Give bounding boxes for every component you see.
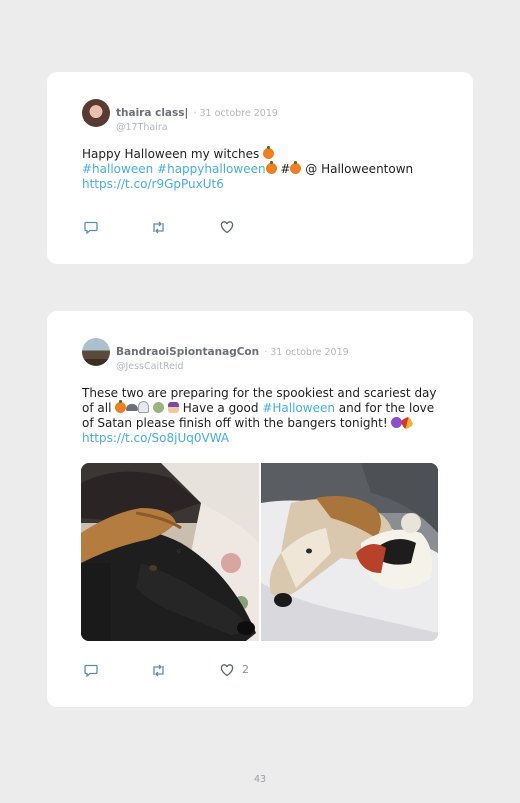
tweet-card: BandraoiSpiontanagCon · 31 octobre 2019 … [47, 311, 473, 707]
tweet-text-line: Happy Halloween my witches [82, 147, 260, 161]
tweet-media [81, 463, 438, 641]
tweet-text: These two are preparing for the spookies… [82, 386, 442, 446]
bat-icon [126, 404, 139, 411]
pumpkin-icon [265, 161, 277, 174]
pumpkin-icon [263, 146, 275, 159]
hashtag-link[interactable]: #Halloween [262, 401, 335, 415]
firework-icon [400, 416, 415, 430]
pumpkin-icon [290, 161, 302, 174]
tweet-text-line: and for the love [338, 401, 435, 415]
tweet-text-line: of all [82, 401, 112, 415]
like-icon[interactable] [220, 221, 234, 234]
ghost-icon [138, 401, 150, 413]
tweet-meta: BandraoiSpiontanagCon · 31 octobre 2019 … [116, 340, 349, 372]
reply-icon[interactable] [84, 664, 98, 677]
photo-black-dog[interactable] [81, 463, 259, 641]
author-name[interactable]: thaira class| [116, 107, 188, 119]
witch-icon [167, 402, 179, 413]
hashtag-link[interactable]: #halloween [82, 162, 153, 176]
tweet-text: Happy Halloween my witches #halloween #h… [82, 146, 442, 192]
zombie-icon [153, 402, 165, 413]
author-handle[interactable]: @17Thaira [116, 122, 278, 133]
author-name[interactable]: BandraoiSpiontanagCon [116, 346, 259, 358]
hashtag-link[interactable]: #happyhalloween [157, 162, 266, 176]
author-handle[interactable]: @JessCaitReid [116, 361, 349, 372]
tweet-date: · 31 octobre 2019 [264, 347, 349, 358]
avatar[interactable] [82, 338, 110, 366]
location-text: @ Halloweentown [305, 162, 414, 176]
tweet-card: thaira class| · 31 octobre 2019 @17Thair… [47, 72, 473, 264]
hashtag-link[interactable]: # [280, 162, 290, 176]
avatar[interactable] [82, 99, 110, 127]
tweet-url-link[interactable]: https://t.co/r9GpPuxUt6 [82, 177, 224, 191]
tweet-text-line: of Satan please finish off with the bang… [82, 416, 388, 430]
retweet-icon[interactable] [151, 664, 166, 677]
tweet-date: · 31 octobre 2019 [193, 108, 278, 119]
tweet-text-line: Have a good [182, 401, 259, 415]
like-icon[interactable] [220, 664, 234, 677]
retweet-icon[interactable] [151, 221, 166, 234]
photo-greyhound[interactable] [261, 463, 438, 641]
reply-icon[interactable] [84, 221, 98, 234]
like-count: 2 [242, 663, 249, 676]
pumpkin-icon [115, 400, 127, 413]
tweet-url-link[interactable]: https://t.co/So8jUq0VWA [82, 431, 229, 445]
tweet-meta: thaira class| · 31 octobre 2019 @17Thair… [116, 101, 278, 133]
page-number: 43 [253, 774, 267, 785]
tweet-text-line: These two are preparing for the spookies… [82, 386, 437, 400]
